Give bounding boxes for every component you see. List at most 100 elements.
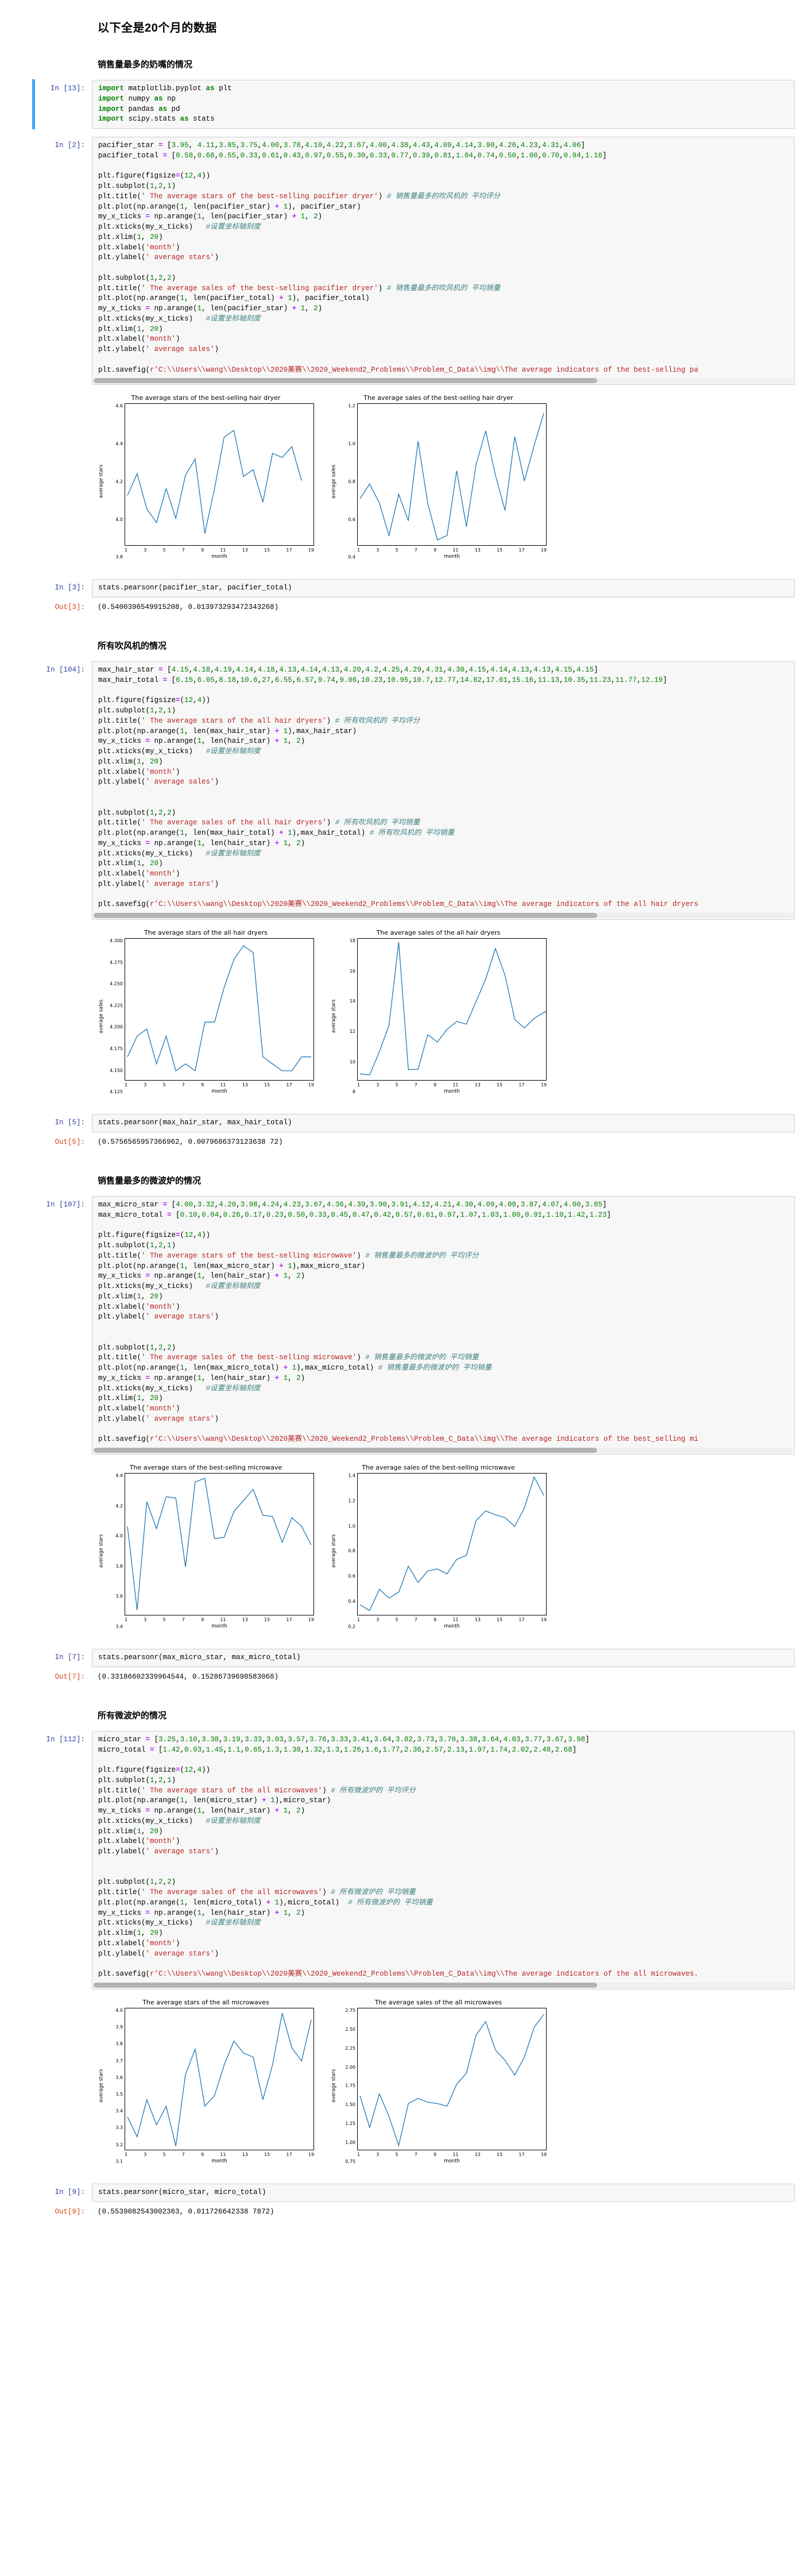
chart-plot-area	[125, 403, 314, 546]
code-cell-microwave[interactable]: In [107]: max_micro_star = [4.00,3.32,4.…	[0, 1196, 805, 1455]
chart-pacifier-stars: The average stars of the best-selling ha…	[98, 394, 314, 560]
chart-title: The average sales of the best-selling mi…	[362, 1464, 515, 1471]
code-editor-hair[interactable]: max_hair_star = [4.15,4.18,4.19,4.14,4.1…	[92, 661, 795, 920]
tick-label: 1.2	[348, 403, 355, 409]
tick-label: 4.4	[115, 441, 123, 446]
tick-label: 7	[181, 1082, 185, 1088]
tick-label: 17	[286, 1617, 292, 1622]
code-hscrollbar[interactable]	[94, 378, 793, 384]
code-hscrollbar[interactable]	[94, 1982, 793, 1988]
tick-label: 5	[162, 547, 166, 553]
tick-label: 5	[395, 1082, 398, 1088]
code-editor-pearson-allmicrowave[interactable]: stats.pearsonr(micro_star, micro_total)	[92, 2183, 795, 2202]
cell-prompt-in9: In [9]:	[55, 2188, 85, 2196]
tick-label: 5	[395, 2151, 398, 2157]
chart-xlabel: month	[211, 2158, 227, 2164]
tick-label: 17	[518, 2151, 525, 2157]
tick-label: 3	[376, 547, 380, 553]
code-editor-pearson-hair[interactable]: stats.pearsonr(max_hair_star, max_hair_t…	[92, 1114, 795, 1132]
code-cell-pacifier[interactable]: In [2]: pacifier_star = [3.95, 4.11,3.85…	[0, 136, 805, 385]
figure-output-microwave: The average stars of the best-selling mi…	[0, 1455, 805, 1633]
chart-yticks: 4.6 4.4 4.2 4.0 3.8	[105, 403, 125, 560]
chart-title: The average sales of the all microwaves	[374, 1998, 502, 2006]
code-cell-pearson-pacifier[interactable]: In [3]: stats.pearsonr(pacifier_star, pa…	[0, 579, 805, 598]
chart-allhair-sales: The average sales of the all hair dryers…	[330, 929, 547, 1095]
page-title: 以下全是20个月的数据	[98, 22, 217, 34]
code-cell-hair[interactable]: In [104]: max_hair_star = [4.15,4.18,4.1…	[0, 661, 805, 920]
tick-label: 19	[308, 1617, 314, 1622]
tick-label: 1	[357, 1617, 361, 1622]
code-cell-imports[interactable]: In [13]: import matplotlib.pyplot as plt…	[0, 79, 805, 129]
tick-label: 1	[357, 1082, 361, 1088]
tick-label: 3.4	[115, 1624, 123, 1629]
chart-xlabel: month	[444, 1624, 460, 1629]
output-text: (0.5756565957366962, 0.0079686373123638 …	[98, 1137, 283, 1146]
tick-label: 1.4	[348, 1473, 355, 1478]
tick-label: 9	[201, 2151, 204, 2157]
tick-label: 7	[181, 2151, 185, 2157]
code-hscrollbar[interactable]	[94, 1448, 793, 1453]
tick-label: 15	[497, 547, 503, 553]
section-heading-hair: 所有吹风机的情况	[98, 641, 167, 651]
code-cell-allmicrowave[interactable]: In [112]: micro_star = [3.25,3.10,3.38,3…	[0, 1730, 805, 1990]
tick-label: 19	[540, 2151, 547, 2157]
tick-label: 4.0	[115, 516, 123, 522]
chart-ylabel: average sales	[331, 464, 337, 499]
notebook-page: 以下全是20个月的数据 销售量最多的奶嘴的情况 In [13]: import …	[0, 0, 805, 2244]
tick-label: 11	[452, 1617, 459, 1622]
tick-label: 1	[125, 1082, 128, 1088]
tick-label: 13	[474, 2151, 481, 2157]
tick-label: 0.6	[348, 516, 355, 522]
code-hscrollbar[interactable]	[94, 913, 793, 919]
tick-label: 11	[452, 547, 459, 553]
tick-label: 4.225	[110, 1002, 123, 1008]
chart-ylabel: average stars	[331, 999, 337, 1034]
code-editor-imports[interactable]: import matplotlib.pyplot as plt import n…	[92, 80, 795, 129]
tick-label: 3.2	[115, 2142, 123, 2147]
chart-yticks: 18 16 14 12 10 8	[338, 938, 357, 1094]
tick-label: 1	[125, 2151, 128, 2157]
tick-label: 15	[497, 1617, 503, 1622]
chart-xticks: 1 3 5 7 9 11 13 15 17 19	[357, 546, 547, 553]
chart-plot-area	[125, 2007, 314, 2150]
tick-label: 17	[286, 547, 292, 553]
code-editor-pearson-microwave[interactable]: stats.pearsonr(max_micro_star, max_micro…	[92, 1649, 795, 1667]
tick-label: 19	[308, 547, 314, 553]
tick-label: 13	[474, 1082, 481, 1088]
tick-label: 9	[434, 2151, 437, 2157]
output-cell-pearson-hair: Out[5]: (0.5756565957366962, 0.007968637…	[0, 1133, 805, 1151]
tick-label: 2.75	[345, 2007, 355, 2013]
tick-label: 1.50	[345, 2102, 355, 2108]
code-editor-allmicrowave[interactable]: micro_star = [3.25,3.10,3.38,3.19,3.33,3…	[92, 1730, 795, 1989]
tick-label: 1.0	[348, 1523, 355, 1529]
chart-ylabel: average sales	[98, 999, 105, 1034]
code-editor-pacifier[interactable]: pacifier_star = [3.95, 4.11,3.85,3.75,4.…	[92, 137, 795, 385]
tick-label: 1	[125, 547, 128, 553]
tick-label: 3	[376, 2151, 380, 2157]
tick-label: 15	[264, 547, 270, 553]
code-cell-pearson-microwave[interactable]: In [7]: stats.pearsonr(max_micro_star, m…	[0, 1648, 805, 1668]
chart-ylabel: average stars	[98, 2069, 105, 2103]
tick-label: 1	[125, 1617, 128, 1622]
chart-yticks: 2.75 2.50 2.25 2.00 1.75 1.50 1.25 1.00 0.75	[338, 2008, 357, 2164]
chart-plot-area	[357, 1473, 547, 1615]
figure-output-allmicrowave: The average stars of the all microwaves …	[0, 1990, 805, 2168]
tick-label: 13	[242, 1617, 248, 1622]
tick-label: 4.300	[110, 938, 123, 944]
tick-label: 13	[474, 547, 481, 553]
code-editor-microwave[interactable]: max_micro_star = [4.00,3.32,4.20,3.98,4.…	[92, 1196, 795, 1455]
output-text: (0.5539082543002363, 0.011726642338 7872…	[98, 2207, 274, 2216]
chart-yticks: 4.300 4.275 4.250 4.225 4.200 4.175 4.150 4.125	[105, 938, 125, 1094]
chart-pacifier-sales: The average sales of the best-selling ha…	[330, 394, 547, 560]
cell-prompt-in13: In [13]:	[50, 84, 85, 92]
tick-label: 3	[144, 547, 147, 553]
tick-label: 1.75	[345, 2083, 355, 2089]
tick-label: 3	[144, 2151, 147, 2157]
code-editor-pearson-pacifier[interactable]: stats.pearsonr(pacifier_star, pacifier_t…	[92, 579, 795, 597]
chart-microwave-sales: The average sales of the best-selling mi…	[330, 1464, 547, 1629]
tick-label: 13	[242, 1082, 248, 1088]
tick-label: 4.250	[110, 981, 123, 987]
code-cell-pearson-allmicrowave[interactable]: In [9]: stats.pearsonr(micro_star, micro…	[0, 2183, 805, 2203]
code-cell-pearson-hair[interactable]: In [5]: stats.pearsonr(max_hair_star, ma…	[0, 1113, 805, 1133]
chart-xlabel: month	[444, 1089, 460, 1095]
